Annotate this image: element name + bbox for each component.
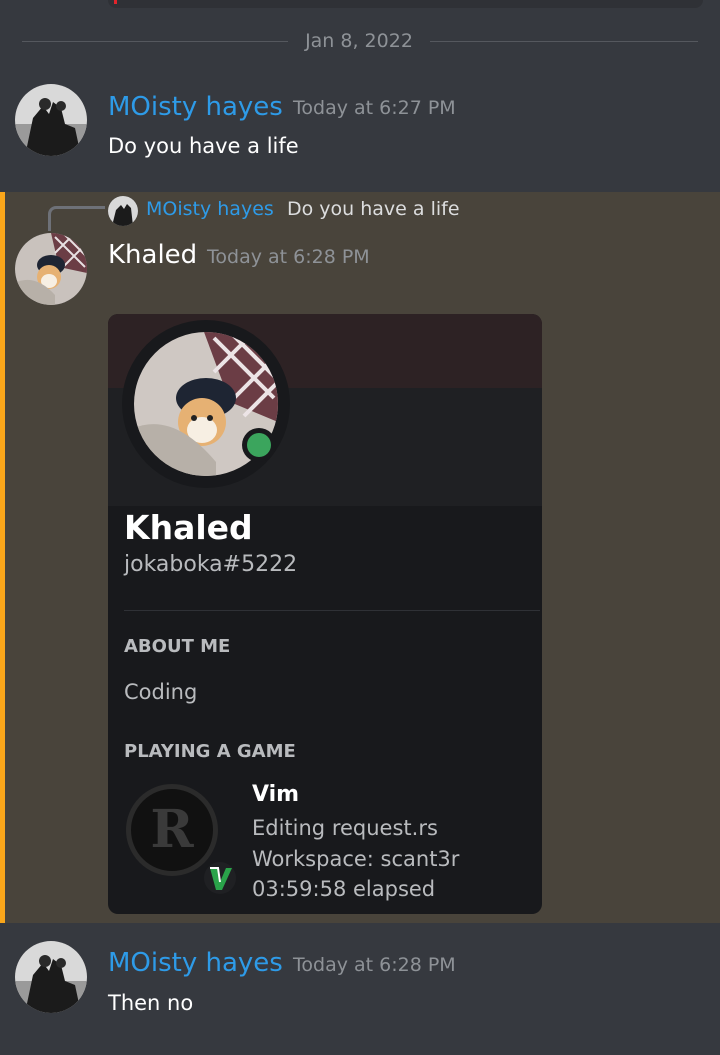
game-name: Vim	[252, 782, 300, 807]
mention-bar	[0, 192, 5, 923]
reply-connector	[48, 206, 105, 231]
about-me-text: Coding	[124, 680, 198, 704]
game-state: Workspace: scant3r	[252, 847, 460, 871]
message-timestamp: Today at 6:27 PM	[293, 97, 456, 119]
divider-line-right	[430, 41, 698, 42]
game-details: Editing request.rs	[252, 816, 438, 840]
about-me-title: ABOUT ME	[124, 636, 231, 657]
avatar[interactable]	[15, 941, 87, 1013]
activity-title: PLAYING A GAME	[124, 741, 296, 762]
reply-content[interactable]: Do you have a life	[287, 198, 460, 220]
message-content: Then no	[108, 991, 194, 1015]
author-name[interactable]: MOisty hayes	[108, 92, 283, 122]
divider-date: Jan 8, 2022	[305, 30, 413, 52]
profile-display-name: Khaled	[124, 508, 253, 547]
date-divider: Jan 8, 2022	[22, 30, 698, 54]
profile-divider	[124, 610, 540, 611]
profile-tag: jokaboka#5222	[124, 552, 298, 577]
message-content: Do you have a life	[108, 134, 299, 158]
game-elapsed: 03:59:58 elapsed	[252, 877, 436, 901]
author-name[interactable]: MOisty hayes	[108, 948, 283, 978]
avatar[interactable]	[15, 233, 87, 305]
vim-icon	[204, 862, 236, 894]
reply-avatar[interactable]	[108, 196, 138, 226]
online-status-icon	[242, 428, 276, 462]
message-timestamp: Today at 6:28 PM	[293, 954, 456, 976]
divider-line-left	[22, 41, 288, 42]
avatar[interactable]	[15, 84, 87, 156]
author-name[interactable]: Khaled	[108, 240, 197, 270]
reply-author[interactable]: MOisty hayes	[146, 198, 274, 220]
previous-embed	[108, 0, 703, 8]
profile-card[interactable]: Khaled jokaboka#5222 ABOUT ME Coding PLA…	[108, 314, 542, 914]
message-timestamp: Today at 6:28 PM	[207, 246, 370, 268]
